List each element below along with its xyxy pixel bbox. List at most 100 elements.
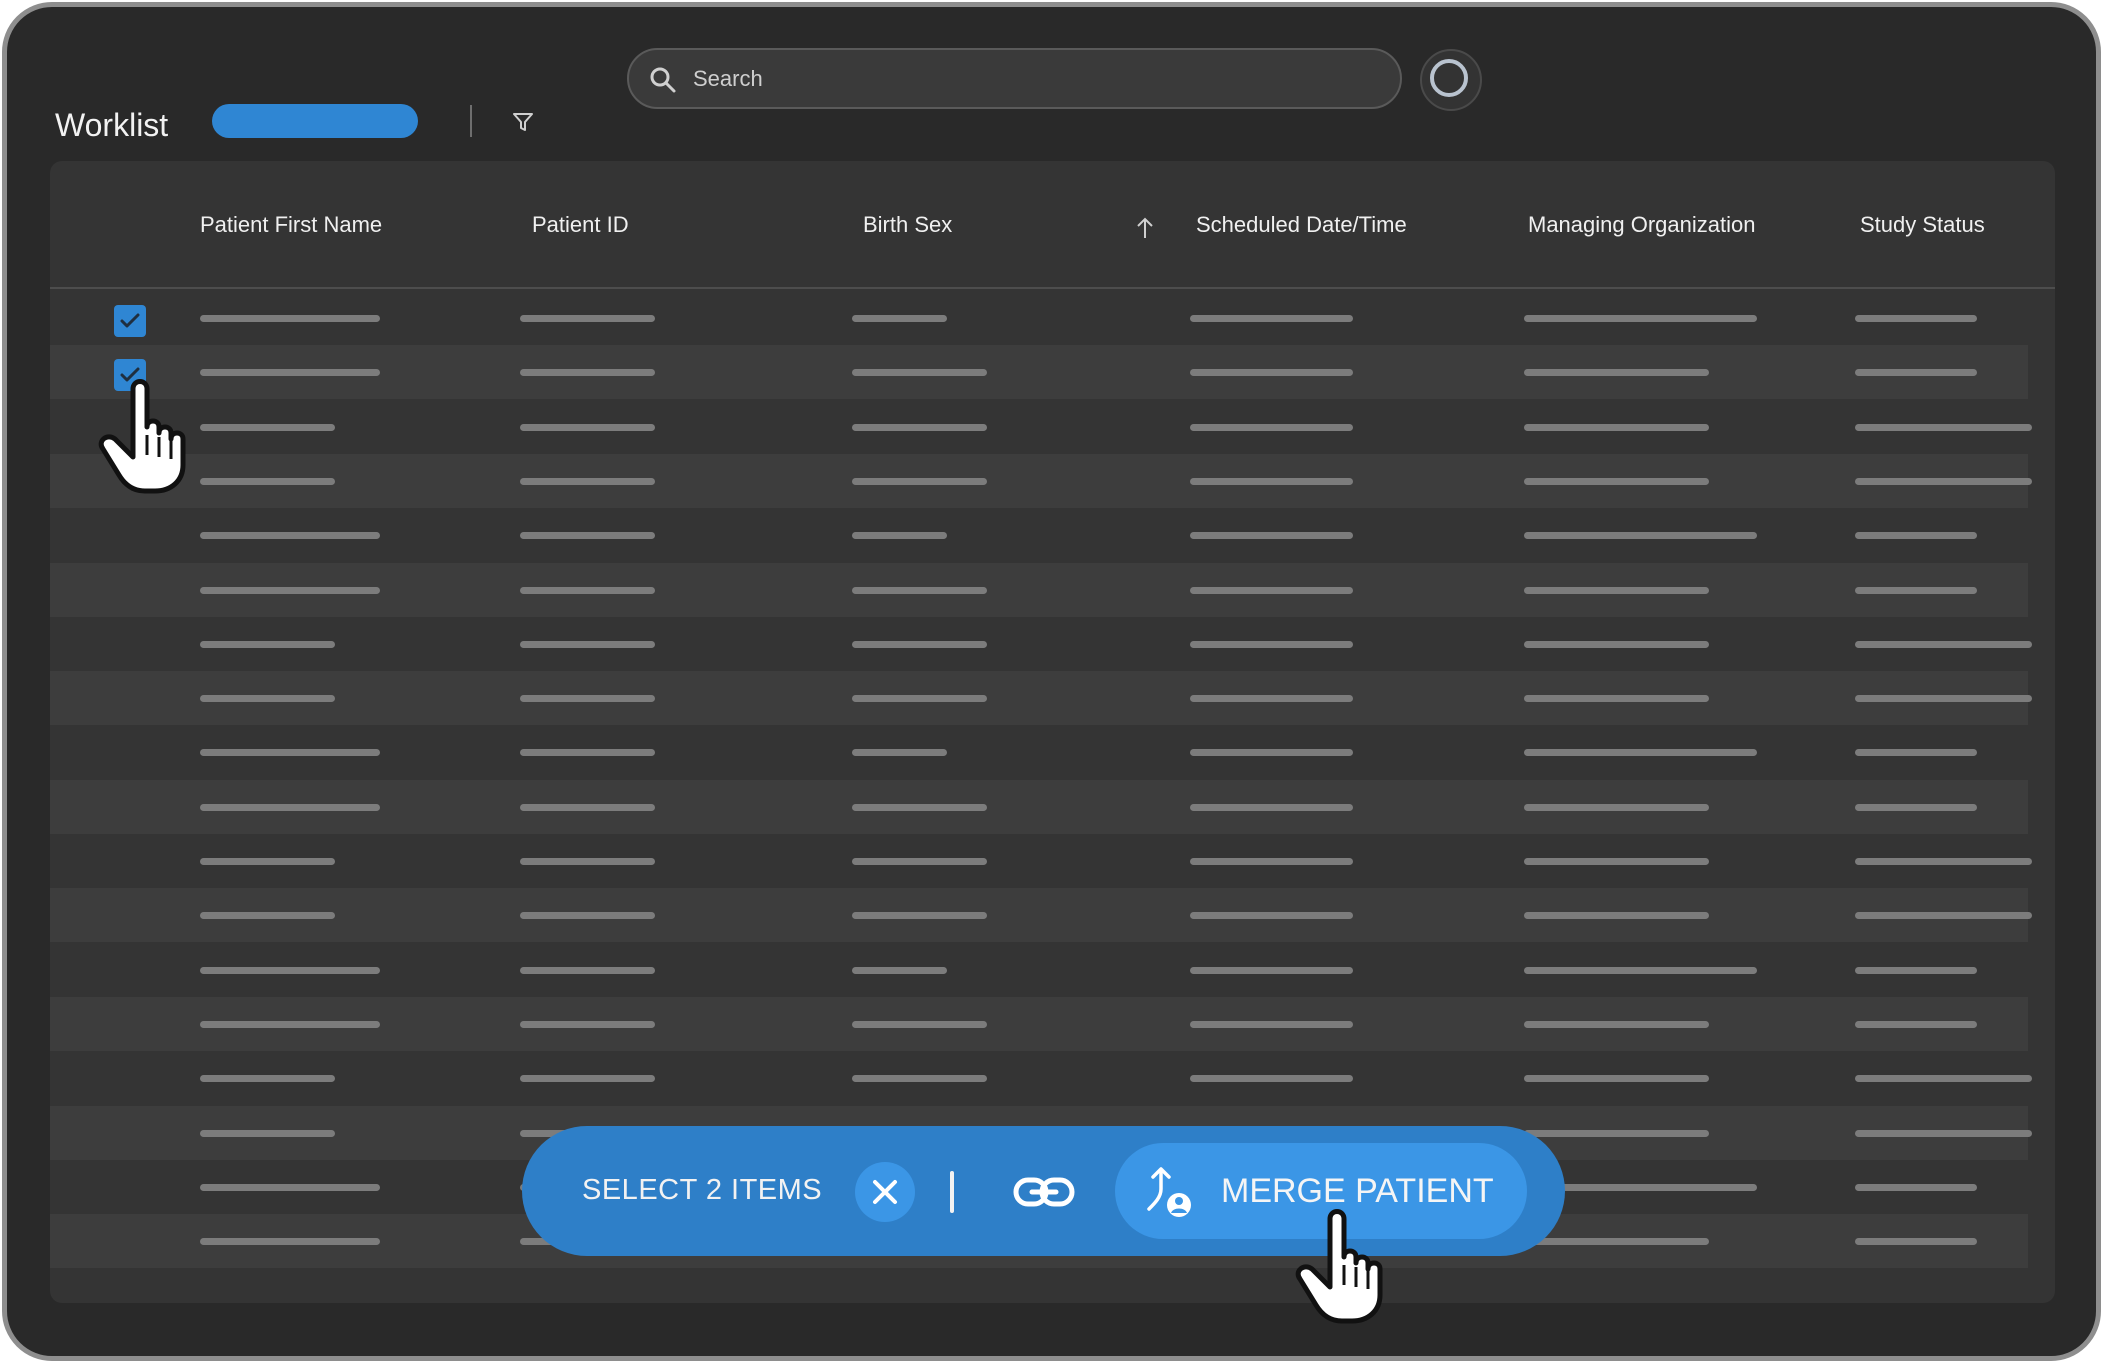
worklist-selector-pill[interactable] [212, 104, 418, 138]
cell-placeholder [1190, 695, 1353, 703]
cell-placeholder [520, 858, 655, 865]
cell-placeholder [520, 803, 655, 811]
cell-placeholder [520, 315, 655, 322]
table-row[interactable] [50, 671, 2032, 726]
table-row[interactable] [50, 400, 2032, 454]
cell-placeholder [520, 477, 655, 485]
cell-placeholder [852, 423, 987, 431]
cell-placeholder [1524, 640, 1709, 648]
table-row[interactable] [50, 725, 2028, 779]
cell-placeholder [1855, 803, 1977, 811]
cell-placeholder [200, 1238, 380, 1246]
cell-placeholder [852, 858, 987, 865]
cell-placeholder [1190, 477, 1353, 485]
cell-placeholder [852, 803, 987, 811]
table-row[interactable] [50, 617, 2032, 671]
cell-placeholder [852, 1075, 987, 1083]
column-header-birth-sex[interactable]: Birth Sex [863, 212, 952, 238]
cell-placeholder [852, 1020, 987, 1028]
hand-pointer-icon [1295, 1209, 1383, 1324]
cell-placeholder [200, 803, 380, 811]
cell-placeholder [1524, 1129, 1709, 1137]
table-row[interactable] [50, 779, 2028, 834]
column-header-scheduled-date-time[interactable]: Scheduled Date/Time [1196, 212, 1407, 238]
cell-placeholder [1855, 1075, 2032, 1083]
cell-placeholder [1855, 1129, 2032, 1137]
cell-placeholder [852, 315, 947, 322]
table-row[interactable] [50, 996, 2028, 1051]
cell-placeholder [1190, 640, 1353, 648]
cell-placeholder [1855, 532, 1977, 540]
column-header-patient-id[interactable]: Patient ID [532, 212, 629, 238]
cell-placeholder [1855, 423, 2032, 431]
cell-placeholder [1524, 695, 1709, 703]
cell-placeholder [200, 315, 380, 322]
column-header-managing-organization[interactable]: Managing Organization [1528, 212, 1755, 238]
table-row[interactable] [50, 562, 2028, 617]
table-row[interactable] [50, 834, 2032, 888]
cell-placeholder [1855, 1238, 1977, 1246]
cell-placeholder [1855, 1183, 1977, 1191]
cell-placeholder [520, 640, 655, 648]
table-row[interactable] [50, 291, 2028, 345]
cell-placeholder [1524, 1238, 1709, 1246]
cell-placeholder [1190, 858, 1353, 865]
column-header-study-status[interactable]: Study Status [1860, 212, 1985, 238]
cell-placeholder [520, 749, 655, 757]
clear-selection-button[interactable] [855, 1162, 915, 1222]
cell-placeholder [1855, 966, 1977, 974]
table-row[interactable] [50, 508, 2028, 562]
close-icon [873, 1180, 897, 1204]
cell-placeholder [852, 369, 987, 377]
selection-action-bar: SELECT 2 ITEMS MERGE PATIENT [522, 1126, 1565, 1256]
column-header-patient-first-name[interactable]: Patient First Name [200, 212, 382, 238]
link-icon[interactable] [1012, 1172, 1076, 1212]
cell-placeholder [520, 966, 655, 974]
cell-placeholder [520, 695, 655, 703]
cell-placeholder [200, 423, 335, 431]
cell-placeholder [1524, 803, 1709, 811]
cell-placeholder [1524, 912, 1709, 920]
cell-placeholder [1524, 369, 1709, 377]
cell-placeholder [200, 1020, 380, 1028]
table-row[interactable] [50, 1051, 2032, 1105]
table-row[interactable] [50, 453, 2032, 508]
cell-placeholder [852, 695, 987, 703]
cell-placeholder [852, 966, 947, 974]
cell-placeholder [1524, 586, 1709, 594]
cell-placeholder [520, 586, 655, 594]
arrow-up-icon[interactable] [1135, 216, 1155, 240]
cell-placeholder [520, 369, 655, 377]
filter-icon[interactable] [512, 111, 534, 133]
cell-placeholder [852, 912, 987, 920]
table-row[interactable] [50, 888, 2032, 943]
cell-placeholder [1855, 315, 1977, 322]
cell-placeholder [1855, 640, 2032, 648]
cell-placeholder [1855, 369, 1977, 377]
cell-placeholder [200, 369, 380, 377]
cell-placeholder [1190, 532, 1353, 540]
cell-placeholder [200, 1183, 380, 1191]
cell-placeholder [852, 586, 987, 594]
search-input[interactable] [691, 58, 1375, 100]
cell-placeholder [200, 532, 380, 540]
cell-placeholder [1190, 1075, 1353, 1083]
cell-placeholder [852, 749, 947, 757]
cell-placeholder [1524, 1020, 1709, 1028]
selection-count-label: SELECT 2 ITEMS [582, 1174, 823, 1206]
cell-placeholder [1190, 1020, 1353, 1028]
cell-placeholder [1524, 532, 1757, 540]
cell-placeholder [200, 1129, 335, 1137]
search-bar[interactable] [627, 48, 1402, 109]
user-avatar[interactable] [1420, 49, 1482, 111]
cell-placeholder [1524, 858, 1709, 865]
cell-placeholder [200, 640, 335, 648]
cell-placeholder [1855, 477, 2032, 485]
cell-placeholder [1190, 912, 1353, 920]
row-checkbox[interactable] [114, 305, 146, 337]
header-divider-line [50, 287, 2055, 289]
table-row[interactable] [50, 943, 2028, 997]
cell-placeholder [1855, 858, 2032, 865]
cell-placeholder [200, 695, 335, 703]
table-row[interactable] [50, 345, 2028, 400]
